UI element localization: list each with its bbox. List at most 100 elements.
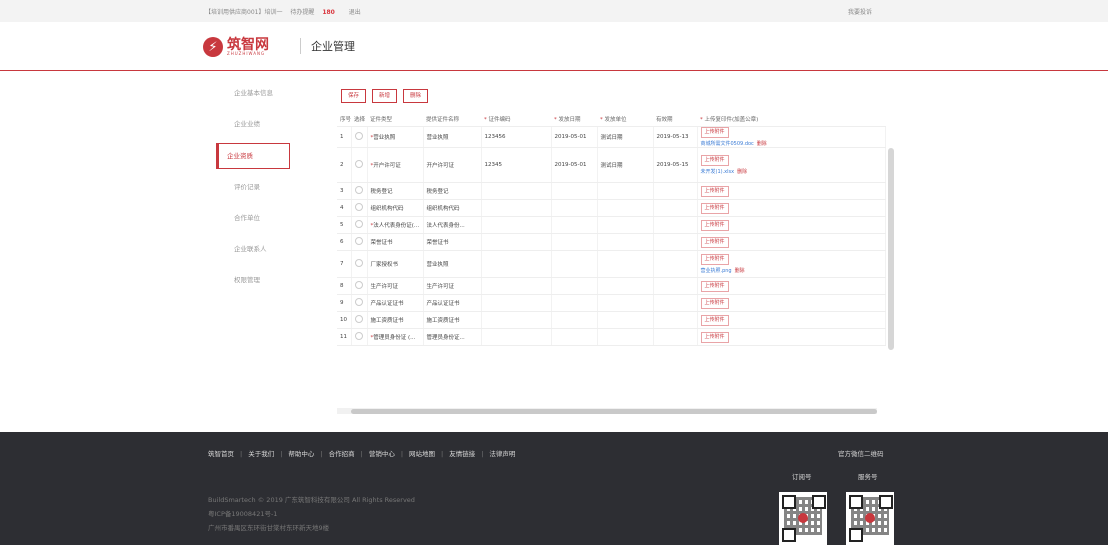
cell-issuer[interactable]: 测试日期: [597, 147, 654, 183]
cell-select[interactable]: [351, 311, 368, 329]
cell-cert-no[interactable]: [481, 233, 552, 251]
cell-issuer[interactable]: [597, 182, 654, 200]
pending-label[interactable]: 待办提醒: [290, 9, 314, 16]
table-row[interactable]: 3 税务登记 税务登记 上传附件: [337, 182, 886, 200]
cell-issuer[interactable]: [597, 328, 654, 346]
cell-issue-date[interactable]: [551, 250, 598, 278]
cell-select[interactable]: [351, 126, 368, 148]
footer-link[interactable]: 友情链接: [449, 450, 475, 458]
cell-cert-name[interactable]: 生产许可证: [423, 277, 482, 295]
table-row[interactable]: 7 厂家授权书 营业执照 上传附件 营业执照.png 删除: [337, 250, 886, 278]
cell-cert-name[interactable]: 开户许可证: [423, 147, 482, 183]
cell-issue-date[interactable]: [551, 216, 598, 234]
cell-valid[interactable]: 2019-05-15: [653, 147, 698, 183]
cell-issuer[interactable]: 测试日期: [597, 126, 654, 148]
delete-attachment-link[interactable]: 删除: [757, 141, 767, 147]
cell-cert-name[interactable]: 产品认证证书: [423, 294, 482, 312]
cell-cert-name[interactable]: 施工资质证书: [423, 311, 482, 329]
table-row[interactable]: 4 组织机构代码 组织机构代码 上传附件: [337, 199, 886, 217]
row-radio[interactable]: [354, 259, 363, 267]
complaint-link[interactable]: 我要投诉: [848, 7, 872, 16]
cell-cert-no[interactable]: [481, 294, 552, 312]
cell-valid[interactable]: [653, 311, 698, 329]
delete-button[interactable]: 删除: [403, 89, 429, 103]
cell-select[interactable]: [351, 250, 368, 278]
cell-issuer[interactable]: [597, 294, 654, 312]
logout-link[interactable]: 退出: [349, 9, 361, 16]
table-row[interactable]: 5 *法人代表身份证(... 法人代表身份... 上传附件: [337, 216, 886, 234]
cell-cert-name[interactable]: 税务登记: [423, 182, 482, 200]
table-vertical-scrollbar[interactable]: [888, 148, 894, 350]
cell-valid[interactable]: [653, 199, 698, 217]
cell-cert-no[interactable]: 123456: [481, 126, 552, 148]
footer-link[interactable]: 帮助中心: [288, 450, 314, 458]
cell-issue-date[interactable]: [551, 199, 598, 217]
pending-reminder[interactable]: 待办提醒 180: [290, 9, 340, 16]
cell-issue-date[interactable]: [551, 277, 598, 295]
cell-select[interactable]: [351, 294, 368, 312]
cell-valid[interactable]: 2019-05-13: [653, 126, 698, 148]
upload-attachment-button[interactable]: 上传附件: [700, 127, 729, 138]
delete-attachment-link[interactable]: 删除: [737, 169, 747, 175]
cell-issue-date[interactable]: [551, 328, 598, 346]
cell-cert-name[interactable]: 法人代表身份...: [423, 216, 482, 234]
upload-attachment-button[interactable]: 上传附件: [700, 202, 729, 214]
cell-issue-date[interactable]: [551, 233, 598, 251]
upload-attachment-button[interactable]: 上传附件: [700, 185, 729, 197]
row-radio[interactable]: [354, 132, 363, 140]
footer-link[interactable]: 法律声明: [489, 450, 515, 458]
footer-link[interactable]: 合作招商: [329, 450, 355, 458]
cell-issue-date[interactable]: [551, 294, 598, 312]
row-radio[interactable]: [354, 220, 363, 228]
cell-issue-date[interactable]: 2019-05-01: [551, 147, 598, 183]
table-row[interactable]: 10 施工资质证书 施工资质证书 上传附件: [337, 311, 886, 329]
sidebar-item-evaluation[interactable]: 评价记录: [214, 172, 302, 203]
upload-attachment-button[interactable]: 上传附件: [700, 297, 729, 309]
save-button[interactable]: 保存: [341, 89, 367, 103]
row-radio[interactable]: [354, 281, 363, 289]
footer-link[interactable]: 关于我们: [248, 450, 274, 458]
sidebar-item-permissions[interactable]: 权限管理: [214, 265, 302, 296]
cell-cert-name[interactable]: 营业执照: [423, 126, 482, 148]
cell-valid[interactable]: [653, 294, 698, 312]
attachment-file-link[interactable]: 未开发(1).xlsx: [701, 169, 735, 175]
cell-cert-no[interactable]: [481, 199, 552, 217]
cell-select[interactable]: [351, 277, 368, 295]
footer-link[interactable]: 筑智首页: [208, 450, 234, 458]
attachment-file-link[interactable]: 营业执照.png: [701, 268, 732, 274]
cell-valid[interactable]: [653, 233, 698, 251]
cell-issuer[interactable]: [597, 233, 654, 251]
cell-issue-date[interactable]: [551, 182, 598, 200]
table-row[interactable]: 11 *管理员身份证 (... 管理员身份证... 上传附件: [337, 328, 886, 346]
row-radio[interactable]: [354, 315, 363, 323]
table-row[interactable]: 1 *营业执照 营业执照 123456 2019-05-01 测试日期 2019-05-13…: [337, 126, 886, 148]
cell-select[interactable]: [351, 147, 368, 183]
cell-issuer[interactable]: [597, 216, 654, 234]
cell-select[interactable]: [351, 328, 368, 346]
cell-cert-name[interactable]: 荣誉证书: [423, 233, 482, 251]
row-radio[interactable]: [354, 186, 363, 194]
upload-attachment-button[interactable]: 上传附件: [700, 219, 729, 231]
cell-select[interactable]: [351, 199, 368, 217]
footer-link[interactable]: 营销中心: [369, 450, 395, 458]
upload-attachment-button[interactable]: 上传附件: [700, 236, 729, 248]
cell-issue-date[interactable]: 2019-05-01: [551, 126, 598, 148]
row-radio[interactable]: [354, 203, 363, 211]
cell-cert-name[interactable]: 营业执照: [423, 250, 482, 278]
cell-cert-no[interactable]: [481, 250, 552, 278]
add-button[interactable]: 新增: [372, 89, 398, 103]
footer-link[interactable]: 网站地图: [409, 450, 435, 458]
cell-cert-no[interactable]: [481, 328, 552, 346]
sidebar-item-basic-info[interactable]: 企业基本信息: [214, 78, 302, 109]
cell-cert-no[interactable]: 12345: [481, 147, 552, 183]
attachment-file-link[interactable]: 商城所需文件0509.doc: [701, 141, 754, 147]
pending-count[interactable]: 180: [322, 9, 335, 16]
table-row[interactable]: 8 生产许可证 生产许可证 上传附件: [337, 277, 886, 295]
cell-valid[interactable]: [653, 250, 698, 278]
cell-valid[interactable]: [653, 277, 698, 295]
cell-cert-no[interactable]: [481, 182, 552, 200]
row-radio[interactable]: [354, 332, 363, 340]
cell-valid[interactable]: [653, 328, 698, 346]
sidebar-item-partners[interactable]: 合作单位: [214, 203, 302, 234]
row-radio[interactable]: [354, 237, 363, 245]
